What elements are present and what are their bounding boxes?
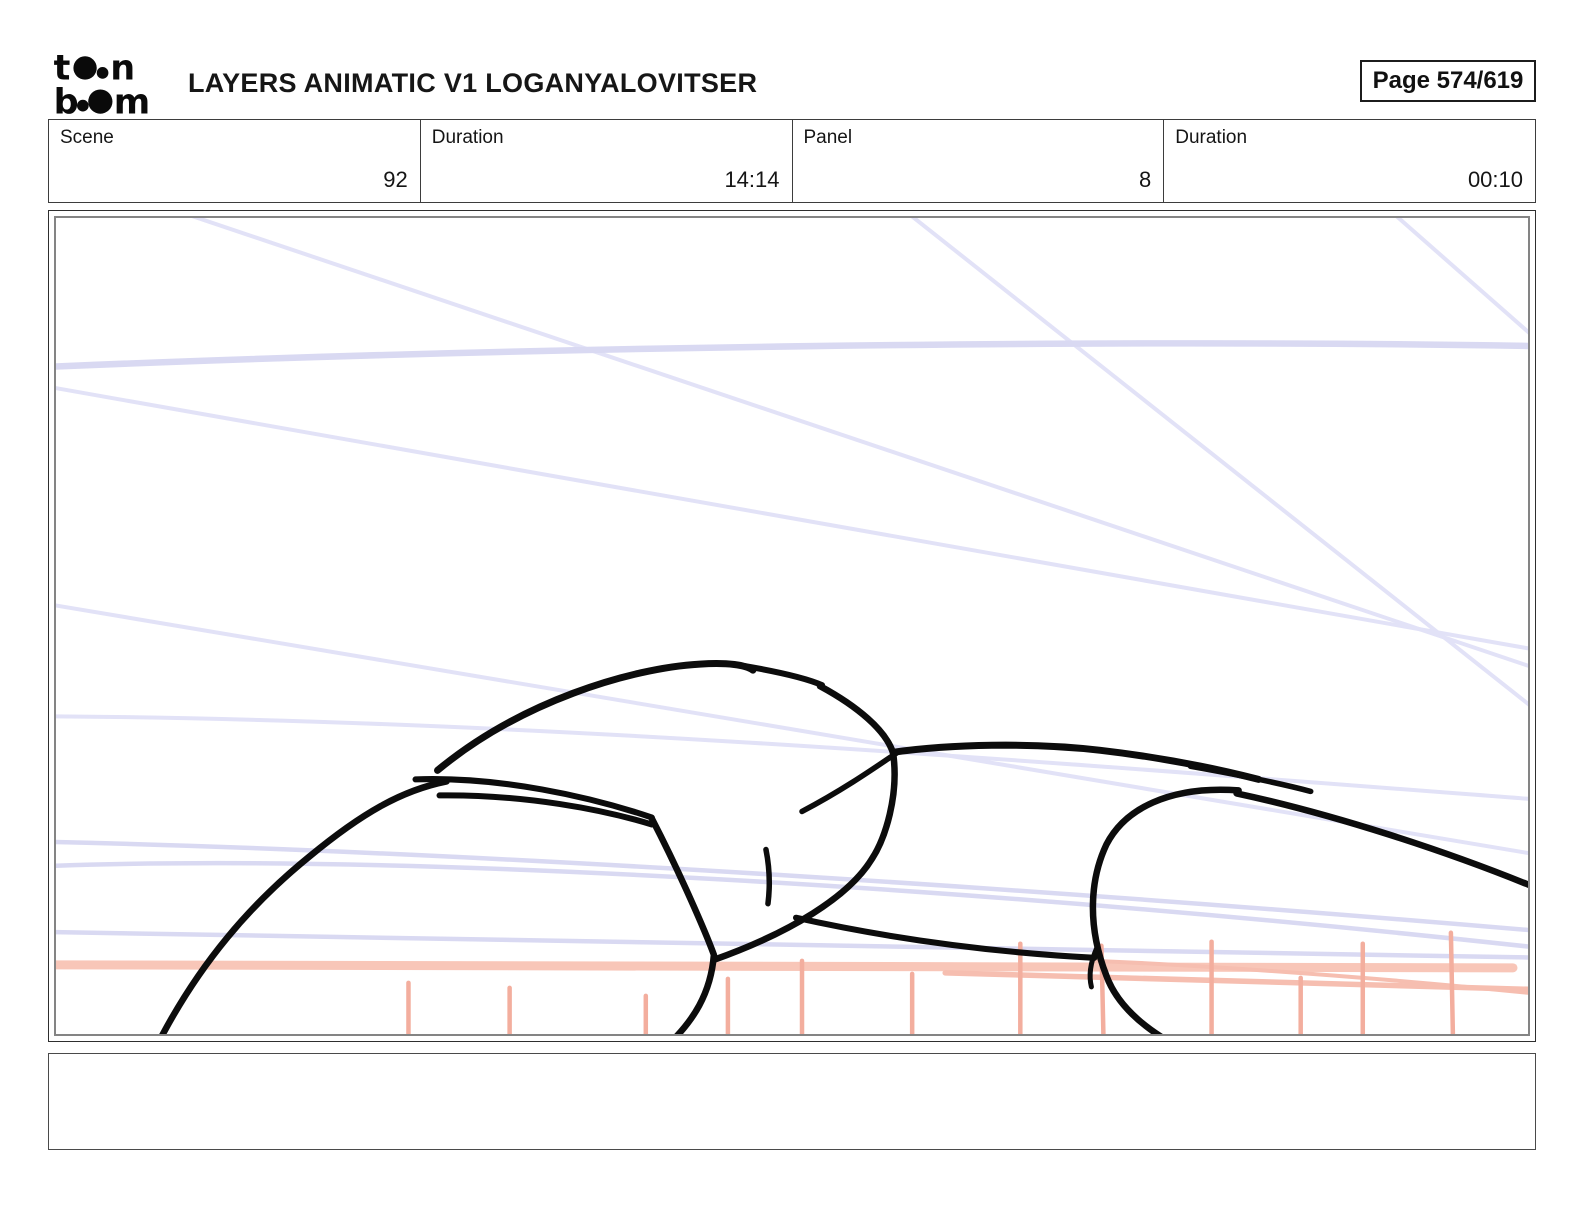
logo-letter-b: b xyxy=(54,83,79,120)
logo-dot-large-bottom xyxy=(88,89,113,114)
info-label: Scene xyxy=(60,127,114,148)
info-value: 00:10 xyxy=(1467,167,1523,192)
document-title: LAYERS ANIMATIC V1 LOGANYALOVITSER xyxy=(188,68,758,98)
info-bar: Scene 92 Duration 14:14 Panel 8 Duration… xyxy=(48,119,1536,203)
logo-letter-m: m xyxy=(114,83,150,120)
info-cell-panel-duration: Duration 00:10 xyxy=(1164,120,1535,202)
info-label: Duration xyxy=(1175,127,1248,148)
toonboom-logo: t n b m xyxy=(54,50,151,120)
info-label: Panel xyxy=(803,127,853,148)
guide-lines-salmon xyxy=(56,960,1518,973)
logo-dot-small-bottom xyxy=(77,99,89,112)
guide-lines-lavender-strong xyxy=(56,340,1528,960)
info-value: 14:14 xyxy=(724,167,780,192)
info-cell-scene-duration: Duration 14:14 xyxy=(421,120,793,202)
page-number-badge: Page 574/619 xyxy=(1360,60,1536,102)
storyboard-page: t n b m LAYERS ANIMATIC V1 LOGANYALOVITS… xyxy=(0,0,1584,1224)
info-value: 92 xyxy=(383,167,408,192)
sketch-ink-strokes xyxy=(159,659,1528,1034)
guide-lines-lavender xyxy=(56,218,1528,856)
storyboard-panel xyxy=(48,210,1536,1042)
info-cell-scene: Scene 92 xyxy=(49,120,421,202)
info-cell-panel: Panel 8 xyxy=(793,120,1165,202)
panel-sketch-drawing xyxy=(56,218,1528,1034)
logo-dot-small-top xyxy=(96,67,109,79)
logo-dot-large-top xyxy=(73,56,97,80)
panel-inner-frame xyxy=(54,216,1530,1036)
info-value: 8 xyxy=(1139,167,1152,192)
info-label: Duration xyxy=(431,127,504,148)
caption-box xyxy=(48,1053,1536,1150)
